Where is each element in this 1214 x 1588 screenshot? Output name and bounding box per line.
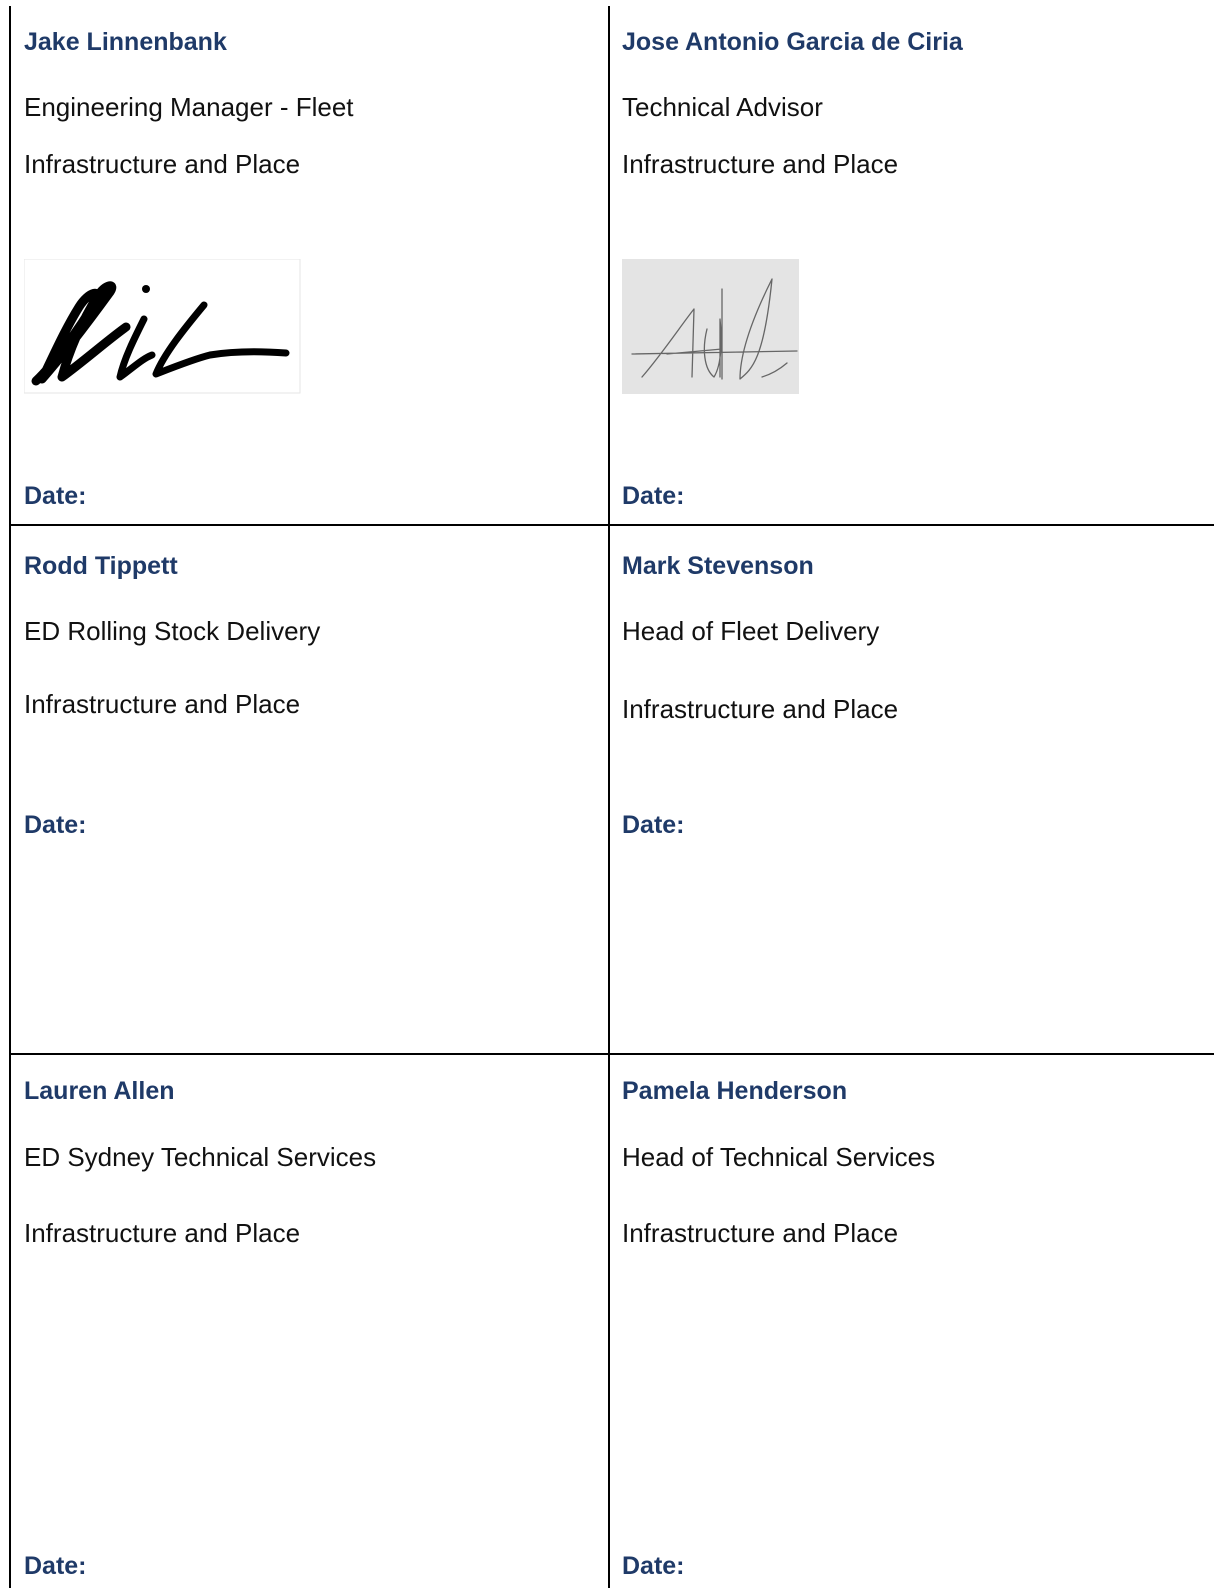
signature-image: [23, 258, 301, 394]
signatory-department: Infrastructure and Place: [24, 149, 301, 179]
date-label: Date:: [622, 482, 685, 510]
signatory-name: Rodd Tippett: [24, 552, 178, 580]
date-label: Date:: [24, 482, 87, 510]
date-label: Date:: [622, 811, 685, 839]
signatory-cell-4: Mark Stevenson Head of Fleet Delivery In…: [610, 526, 1214, 1053]
signatory-cell-2: Jose Antonio Garcia de Ciria Technical A…: [610, 6, 1214, 524]
signatory-department: Infrastructure and Place: [24, 1218, 301, 1248]
date-label: Date:: [622, 1552, 685, 1580]
signatory-cell-3: Rodd Tippett ED Rolling Stock Delivery I…: [9, 526, 608, 1053]
signatory-cell-1: Jake Linnenbank Engineering Manager - Fl…: [9, 6, 608, 524]
signatory-title: Engineering Manager - Fleet: [24, 92, 354, 122]
signatory-title: ED Sydney Technical Services: [24, 1142, 377, 1172]
signatory-name: Pamela Henderson: [622, 1077, 848, 1105]
signature-image: [622, 259, 799, 394]
signatory-name: Lauren Allen: [24, 1077, 175, 1105]
signatory-name: Mark Stevenson: [622, 552, 814, 580]
date-label: Date:: [24, 811, 87, 839]
signatory-department: Infrastructure and Place: [622, 694, 899, 724]
signatory-name: Jose Antonio Garcia de Ciria: [622, 28, 963, 56]
date-label: Date:: [24, 1552, 87, 1580]
signatory-department: Infrastructure and Place: [622, 149, 899, 179]
signature-table: Jake Linnenbank Engineering Manager - Fl…: [9, 6, 1214, 1588]
signatory-cell-6: Pamela Henderson Head of Technical Servi…: [610, 1055, 1214, 1588]
signatory-name: Jake Linnenbank: [24, 28, 227, 56]
signatory-title: Head of Technical Services: [622, 1142, 936, 1172]
signatory-title: Technical Advisor: [622, 92, 823, 122]
signatory-department: Infrastructure and Place: [622, 1218, 899, 1248]
signatory-cell-5: Lauren Allen ED Sydney Technical Service…: [9, 1055, 608, 1588]
signatory-title: Head of Fleet Delivery: [622, 616, 880, 646]
signatory-department: Infrastructure and Place: [24, 689, 301, 719]
signatory-title: ED Rolling Stock Delivery: [24, 616, 321, 646]
